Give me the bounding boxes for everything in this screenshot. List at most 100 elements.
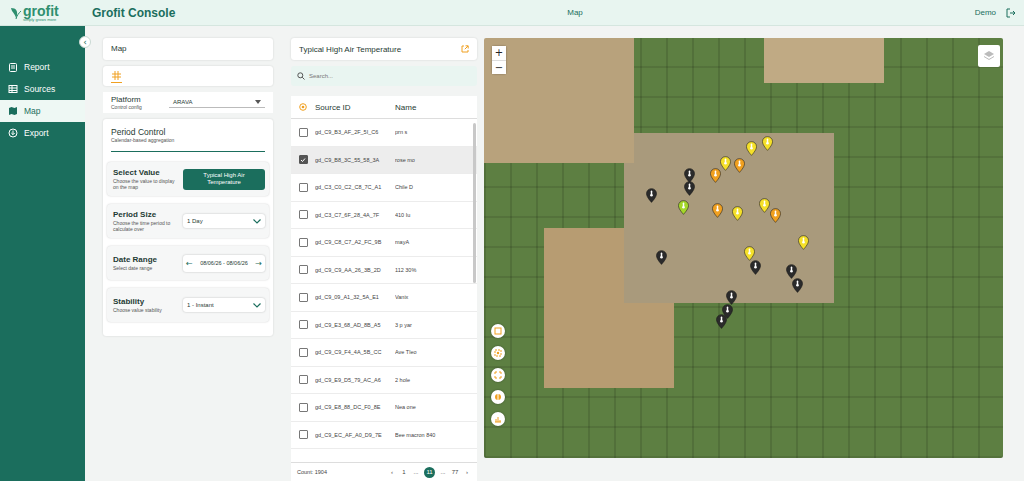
table-row[interactable]: gd_C3_C0_C2_C8_7C_A1Chile D <box>291 174 477 202</box>
page-button[interactable]: ... <box>412 469 420 475</box>
row-checkbox[interactable] <box>299 183 308 192</box>
external-link-icon[interactable] <box>461 45 469 53</box>
source-name: mayA <box>395 239 477 245</box>
page-button[interactable]: ... <box>439 469 447 475</box>
sensor-pin-icon[interactable] <box>786 264 797 279</box>
table-row[interactable]: gd_C9_E8_88_DC_F0_8ENea one <box>291 394 477 422</box>
sensor-pin-icon[interactable] <box>684 168 695 183</box>
dropdown[interactable]: 1 Day <box>183 214 265 228</box>
row-checkbox[interactable] <box>299 348 308 357</box>
chart-tool[interactable] <box>491 412 505 426</box>
square-tool[interactable] <box>491 324 505 338</box>
source-id: gd_C9_C9_AA_26_3B_2D <box>315 267 395 273</box>
sensor-pin-icon[interactable] <box>750 260 761 275</box>
sensor-pin-icon[interactable] <box>712 203 723 218</box>
map[interactable]: +− <box>484 38 1003 458</box>
sidebar-item[interactable]: Sources <box>0 78 85 100</box>
search-field[interactable]: Search... <box>291 66 477 86</box>
date-range[interactable]: ←08/06/26 - 08/06/26→ <box>183 255 265 272</box>
focus-tool[interactable] <box>491 346 505 360</box>
field-label: Select Value <box>113 168 179 177</box>
user-name[interactable]: Demo <box>975 8 996 17</box>
sensor-pin-icon[interactable] <box>746 141 757 156</box>
row-checkbox[interactable] <box>299 320 308 329</box>
source-name: Bee macron 840 <box>395 432 477 438</box>
column-header[interactable]: Name <box>395 103 477 112</box>
table-row[interactable]: gd_C9_E3_68_AD_8B_A53 p yar <box>291 312 477 340</box>
table-row[interactable]: gd_C3_C7_6F_28_4A_7F410 Iu <box>291 202 477 230</box>
column-header[interactable]: Source ID <box>315 103 395 112</box>
sensor-pin-icon[interactable] <box>710 168 721 183</box>
prev-date[interactable]: ← <box>186 259 193 268</box>
report-icon <box>8 62 18 72</box>
row-checkbox[interactable] <box>299 128 308 137</box>
zoom-control: +− <box>492 46 506 74</box>
table-row[interactable]: gd_C9_C9_AA_26_3B_2D112 30% <box>291 257 477 285</box>
sensor-pin-icon[interactable] <box>656 250 667 265</box>
sensor-pin-icon[interactable] <box>732 206 743 221</box>
page-button[interactable]: 77 <box>451 469 459 475</box>
logout-icon[interactable] <box>1006 8 1016 18</box>
row-checkbox[interactable] <box>299 210 308 219</box>
field-hint: Choose the value to display on the map <box>113 178 179 190</box>
control-panel: MapPlatformControl configARAVAPeriod Con… <box>103 38 273 481</box>
square-icon <box>494 327 502 335</box>
frame-tool[interactable] <box>491 368 505 382</box>
sidebar-item[interactable]: Report <box>0 56 85 78</box>
app-title: Grofit Console <box>92 6 175 20</box>
table-row[interactable]: gd_C9_E9_D5_79_AC_A62 hole <box>291 367 477 395</box>
collapse-button[interactable]: ‹ <box>79 36 91 48</box>
table-row[interactable]: gd_C9_EC_AF_A0_D9_7EBee macron 840 <box>291 422 477 450</box>
sensor-pin-icon[interactable] <box>716 314 727 329</box>
tab[interactable] <box>111 69 122 83</box>
sensor-pin-icon[interactable] <box>759 198 770 213</box>
field-label: Period Size <box>113 210 179 219</box>
focus-icon <box>494 349 502 357</box>
table-row[interactable]: gd_C9_09_A1_32_5A_E1Vanix <box>291 284 477 312</box>
platform-select[interactable]: ARAVA <box>169 97 265 108</box>
zoom-out-button[interactable]: − <box>492 60 506 74</box>
source-name: 410 Iu <box>395 212 477 218</box>
sensor-pin-icon[interactable] <box>734 158 745 173</box>
prev-page[interactable]: ‹ <box>388 469 396 475</box>
row-checkbox[interactable] <box>299 238 308 247</box>
row-checkbox[interactable] <box>299 155 308 164</box>
sensor-pin-icon[interactable] <box>792 278 803 293</box>
target-icon[interactable] <box>299 103 307 111</box>
sidebar-item[interactable]: Map <box>0 100 85 122</box>
sensor-pin-icon[interactable] <box>678 200 689 215</box>
period-control: Period ControlCalendar-based aggregation… <box>103 119 273 336</box>
sensor-pin-icon[interactable] <box>646 188 657 203</box>
table-row[interactable]: gd_C9_B8_3C_55_58_3Arose mo <box>291 147 477 175</box>
layers-tool[interactable] <box>491 390 505 404</box>
row-checkbox[interactable] <box>299 430 308 439</box>
row-checkbox[interactable] <box>299 265 308 274</box>
grid-icon <box>112 71 121 80</box>
zoom-in-button[interactable]: + <box>492 46 506 60</box>
row-checkbox[interactable] <box>299 403 308 412</box>
sensor-pin-icon[interactable] <box>744 246 755 261</box>
row-checkbox[interactable] <box>299 375 308 384</box>
next-page[interactable]: › <box>463 469 471 475</box>
sensor-pin-icon[interactable] <box>762 136 773 151</box>
page-button[interactable]: 11 <box>424 467 435 478</box>
table-row[interactable]: gd_C9_C9_F4_4A_5B_CCAve Tleo <box>291 339 477 367</box>
table-row[interactable]: gd_C9_B3_AF_2F_5I_C6prn s <box>291 119 477 147</box>
dropdown[interactable]: 1 - Instant <box>183 298 265 312</box>
next-date[interactable]: → <box>255 259 262 268</box>
source-name: 112 30% <box>395 267 477 273</box>
sensor-pin-icon[interactable] <box>726 290 737 305</box>
sensor-pin-icon[interactable] <box>720 156 731 171</box>
layers-button[interactable] <box>978 45 1000 67</box>
layers-icon <box>494 393 502 401</box>
value-button[interactable]: Typical High Air Temperature <box>183 169 265 190</box>
sensor-pin-icon[interactable] <box>770 208 781 223</box>
table-row[interactable]: gd_C9_C8_C7_A2_FC_9BmayA <box>291 229 477 257</box>
sensor-pin-icon[interactable] <box>798 235 809 250</box>
logo[interactable]: grofitsimply grows more <box>10 4 92 22</box>
source-name: Chile D <box>395 184 477 190</box>
sensor-pin-icon[interactable] <box>684 181 695 196</box>
sidebar-item[interactable]: Export <box>0 122 85 144</box>
row-checkbox[interactable] <box>299 293 308 302</box>
page-button[interactable]: 1 <box>400 469 408 475</box>
